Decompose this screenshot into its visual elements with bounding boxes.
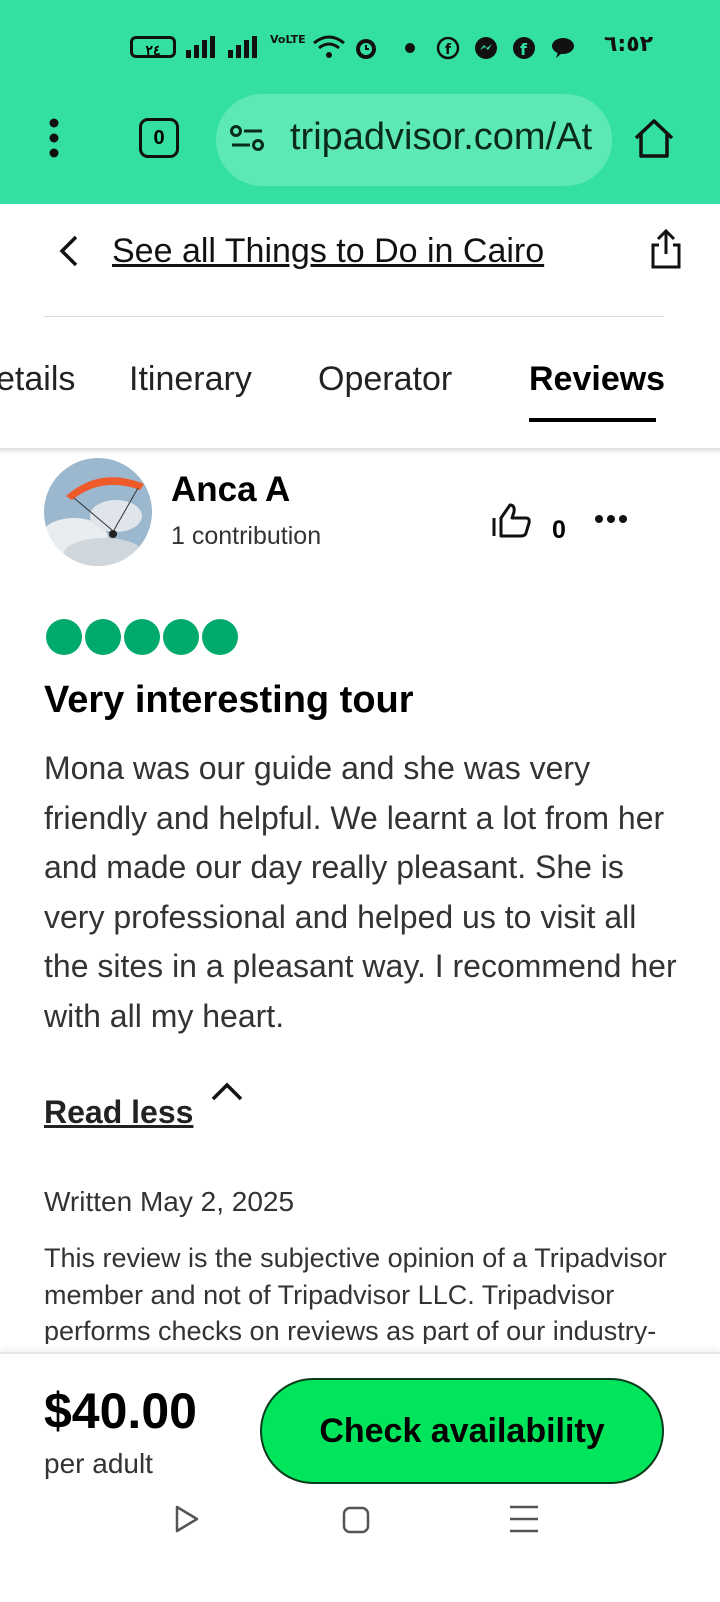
review-body: Mona was our guide and she was very frie… (44, 750, 677, 1034)
svg-text:f: f (445, 42, 452, 58)
tab-details[interactable]: etails (0, 360, 75, 399)
tab-operator[interactable]: Operator (318, 360, 452, 399)
battery-level: ٢٤ (145, 42, 161, 58)
share-icon[interactable] (648, 228, 684, 270)
rating-bubble-icon (163, 619, 199, 655)
review-title: Very interesting tour (44, 679, 414, 721)
tab-bar-shadow (0, 448, 720, 454)
volte-indicator: VoLTE (270, 33, 306, 46)
facebook-icon: f (513, 37, 535, 59)
price-unit: per adult (44, 1448, 153, 1479)
chat-bubble-icon (552, 38, 574, 58)
messenger-icon (475, 37, 497, 59)
tab-reviews[interactable]: Reviews (529, 360, 665, 399)
check-availability-button[interactable]: Check availability (260, 1378, 664, 1484)
nav-home-icon[interactable] (342, 1506, 370, 1534)
url-text[interactable]: tripadvisor.com/At (290, 116, 596, 159)
tab-itinerary[interactable]: Itinerary (129, 360, 252, 399)
contribution-count: 1 contribution (171, 522, 322, 550)
paraglider-avatar-image (44, 458, 152, 566)
rating-bubble-icon (85, 619, 121, 655)
rating-bubble-icon (124, 619, 160, 655)
tab-count: 0 (153, 127, 165, 149)
battery-icon: ٢٤ (130, 36, 176, 58)
home-icon[interactable] (632, 116, 676, 160)
status-bar: ٢٤ VoLTE f f ٦:٥٢ (0, 0, 720, 86)
price: $40.00 (44, 1383, 197, 1439)
active-tab-indicator (529, 418, 656, 422)
svg-text:f: f (520, 40, 528, 59)
wifi-icon (313, 35, 345, 58)
chevron-left-icon[interactable] (56, 234, 82, 268)
thumbs-up-icon[interactable] (490, 502, 532, 538)
see-all-things-link[interactable]: See all Things to Do in Cairo (112, 232, 544, 271)
more-options-icon[interactable] (594, 514, 628, 524)
helpful-vote-count: 0 (552, 516, 566, 544)
rating-bubble-icon (202, 619, 238, 655)
review-disclaimer: This review is the subjective opinion of… (44, 1243, 667, 1344)
avatar[interactable] (44, 458, 152, 566)
notification-dot-icon (405, 43, 415, 53)
bubble-rating (46, 619, 238, 655)
nav-recents-icon[interactable] (508, 1504, 540, 1534)
facebook-outline-icon: f (436, 36, 460, 60)
chevron-up-icon[interactable] (210, 1080, 244, 1102)
tab-switcher-button[interactable]: 0 (139, 118, 179, 158)
site-settings-icon[interactable] (230, 124, 266, 152)
header-divider (44, 316, 664, 317)
alarm-icon (356, 39, 376, 59)
nav-back-icon[interactable] (174, 1504, 200, 1534)
signal-strength-icon (186, 36, 257, 58)
status-time: ٦:٥٢ (604, 32, 654, 57)
reviewer-name[interactable]: Anca A (171, 470, 290, 510)
rating-bubble-icon (46, 619, 82, 655)
written-date: Written May 2, 2025 (44, 1186, 295, 1217)
read-less-link[interactable]: Read less (44, 1094, 193, 1131)
browser-menu-icon[interactable] (42, 118, 66, 158)
